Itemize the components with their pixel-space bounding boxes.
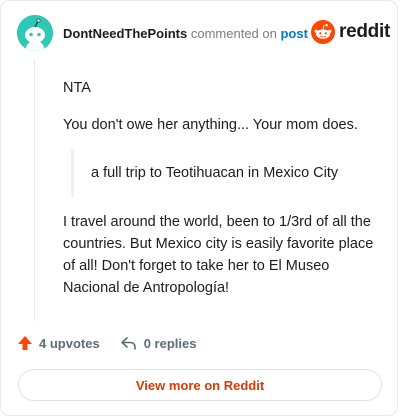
comment-header: DontNeedThePoints commented on post <box>63 26 308 42</box>
avatar[interactable] <box>17 15 53 51</box>
reply-arrow-icon <box>120 337 136 350</box>
comment-actions: 4 upvotes 0 replies <box>17 335 196 351</box>
upvote-button[interactable]: 4 upvotes <box>17 335 100 351</box>
reddit-snoo-icon <box>311 20 335 44</box>
reply-button[interactable]: 0 replies <box>120 335 197 351</box>
comment-paragraph: You don't owe her anything... Your mom d… <box>63 117 358 133</box>
upvote-count: 4 upvotes <box>39 335 100 351</box>
reddit-logo[interactable]: reddit <box>311 20 390 44</box>
reply-count: 0 replies <box>143 335 197 351</box>
thread-line[interactable] <box>34 59 35 321</box>
comment-paragraph: I travel around the world, been to 1/3rd… <box>63 214 374 296</box>
upvote-arrow-icon <box>18 336 32 350</box>
blockquote-text: a full trip to Teotihuacan in Mexico Cit… <box>91 165 339 181</box>
snoo-avatar-icon <box>17 15 53 51</box>
reddit-wordmark: reddit <box>339 21 390 42</box>
commented-on-text: commented on <box>190 26 277 41</box>
comment-paragraph: NTA <box>63 80 91 96</box>
comment-embed-card: DontNeedThePoints commented on post redd… <box>0 0 398 416</box>
author-name[interactable]: DontNeedThePoints <box>63 26 187 41</box>
blockquote: a full trip to Teotihuacan in Mexico Cit… <box>71 149 338 197</box>
view-more-button[interactable]: View more on Reddit <box>18 369 382 401</box>
post-link[interactable]: post <box>280 26 307 41</box>
